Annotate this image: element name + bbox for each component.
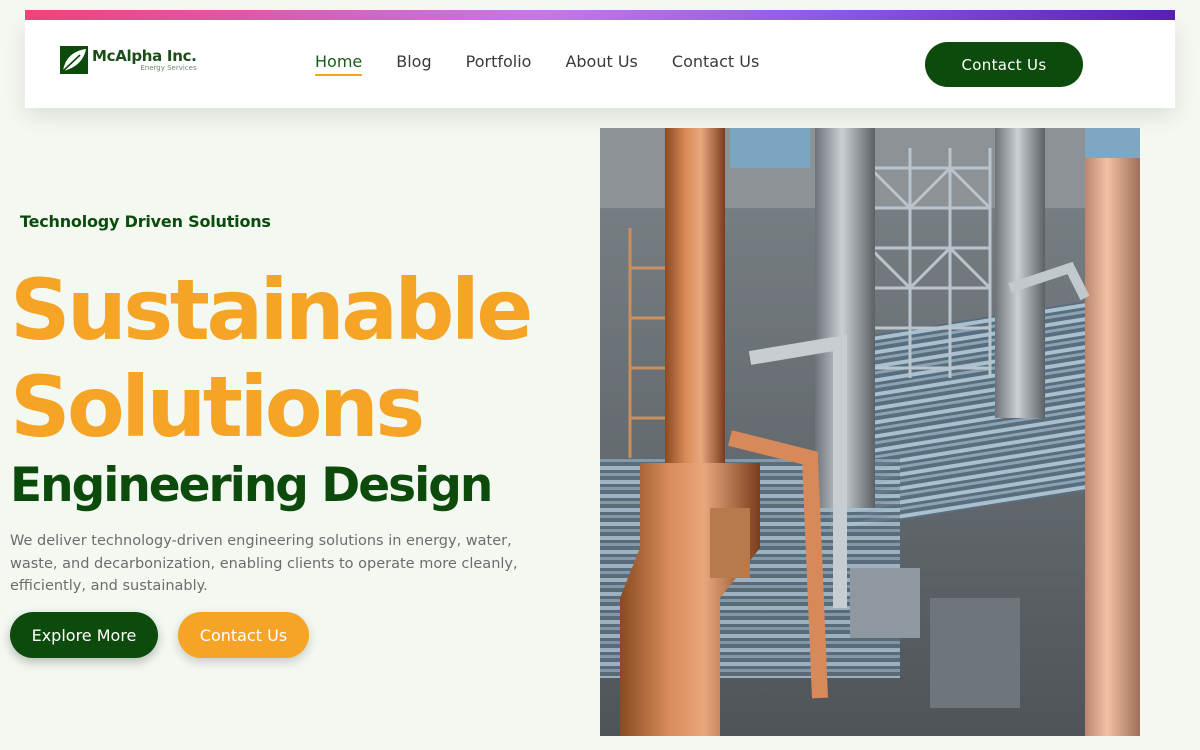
- nav-item-portfolio[interactable]: Portfolio: [466, 52, 532, 76]
- logo-text: McAlpha Inc. Energy Services: [92, 46, 197, 72]
- header-contact-button[interactable]: Contact Us: [925, 42, 1083, 87]
- industrial-refinery-photo: [600, 128, 1140, 736]
- hero-description: We deliver technology-driven engineering…: [10, 533, 518, 594]
- top-gradient-bar: [25, 10, 1175, 20]
- site-header: McAlpha Inc. Energy Services Home Blog P…: [25, 20, 1175, 108]
- hero-subheadline: Engineering Design: [10, 458, 493, 513]
- nav-item-contact-us[interactable]: Contact Us: [672, 52, 759, 76]
- headline-line-2: Solutions: [10, 358, 425, 456]
- site-logo[interactable]: McAlpha Inc. Energy Services: [60, 46, 197, 74]
- nav-item-blog[interactable]: Blog: [396, 52, 431, 76]
- nav-item-about-us[interactable]: About Us: [565, 52, 637, 76]
- hero-headline: Sustainable Solutions: [10, 261, 533, 456]
- hero-tagline: Technology Driven Solutions: [20, 212, 271, 231]
- headline-line-1: Sustainable: [10, 261, 533, 359]
- leaf-logo-icon: [60, 46, 88, 74]
- main-nav: Home Blog Portfolio About Us Contact Us: [315, 52, 793, 76]
- hero-contact-button[interactable]: Contact Us: [178, 612, 309, 658]
- logo-name: McAlpha Inc.: [92, 46, 197, 65]
- nav-item-home[interactable]: Home: [315, 52, 363, 76]
- hero-image: [600, 128, 1140, 736]
- logo-subtitle: Energy Services: [140, 63, 197, 72]
- explore-more-button[interactable]: Explore More: [10, 612, 158, 658]
